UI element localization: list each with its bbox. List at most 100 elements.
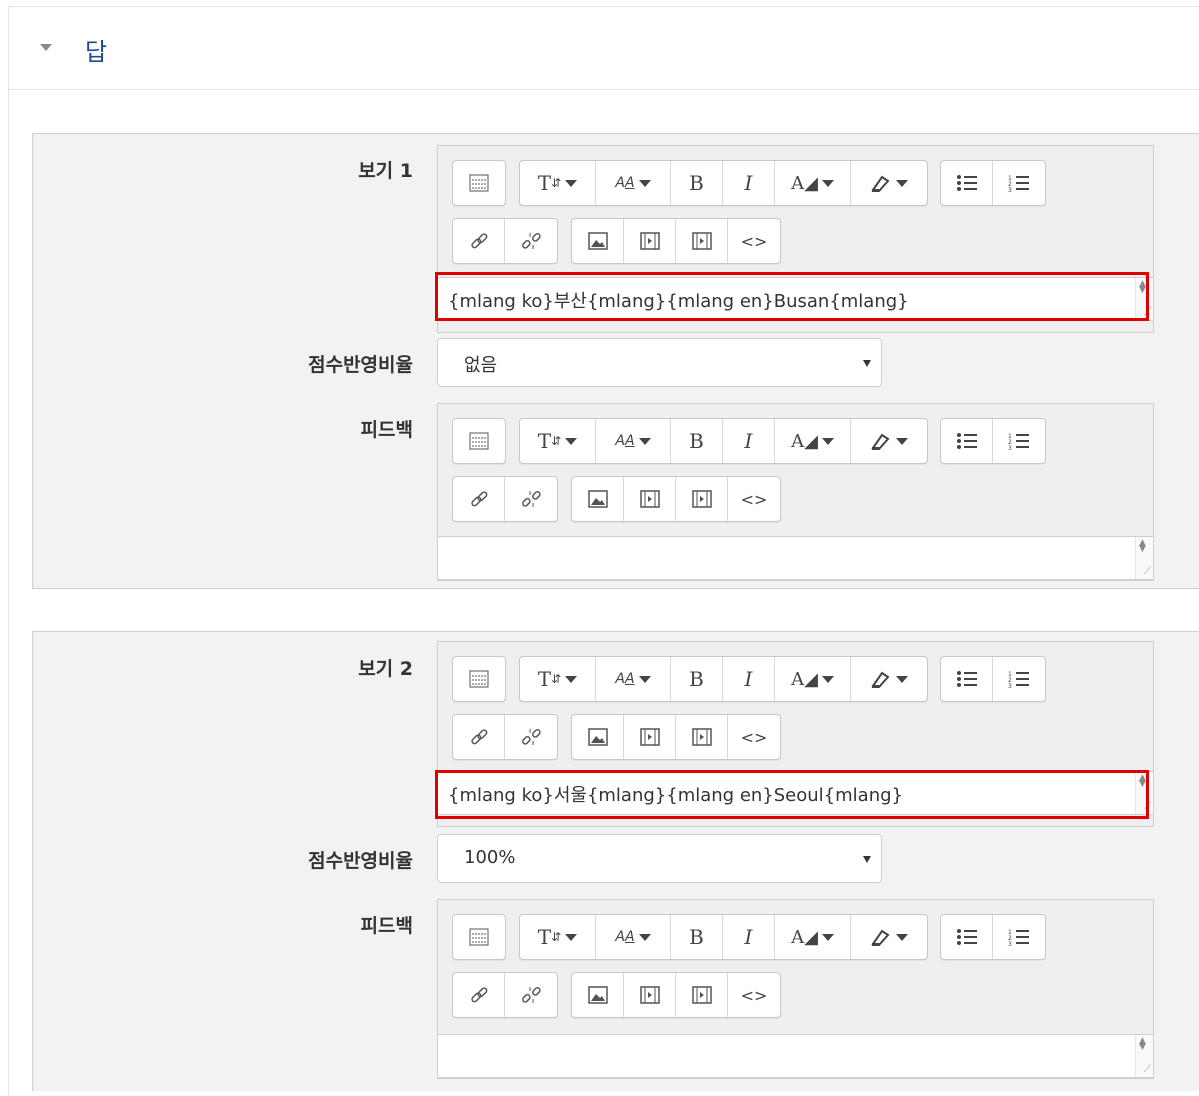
textarea-resize[interactable]: ▲ ▼ ⟋ xyxy=(1135,278,1153,320)
image-button[interactable] xyxy=(572,715,624,759)
textarea-resize[interactable]: ▲ ▼ ⟋ xyxy=(1135,772,1153,814)
toolbar-group: <> xyxy=(571,218,781,264)
image-icon xyxy=(587,232,608,250)
ordered-list-button[interactable]: 123 xyxy=(993,161,1045,205)
toolbar-group xyxy=(452,914,506,960)
html-button[interactable]: <> xyxy=(728,715,780,759)
recorder-button[interactable] xyxy=(676,715,728,759)
link-button[interactable] xyxy=(453,715,505,759)
unlink-button[interactable] xyxy=(505,219,557,263)
unlink-icon xyxy=(521,985,541,1005)
toolbar-toggle-icon xyxy=(469,432,489,450)
textarea-resize[interactable]: ▲ ▼ ⟋ xyxy=(1135,1035,1153,1077)
image-button[interactable] xyxy=(572,973,624,1017)
feedback-textarea[interactable]: ▲ ▼ ⟋ xyxy=(437,1034,1154,1078)
font-color-button[interactable]: A◢ xyxy=(775,161,851,205)
bold-button[interactable]: B xyxy=(671,657,723,701)
link-button[interactable] xyxy=(453,973,505,1017)
ordered-list-button[interactable]: 123 xyxy=(993,657,1045,701)
font-color-button[interactable]: A◢ xyxy=(775,915,851,959)
media-button[interactable] xyxy=(624,715,676,759)
toolbar-toggle-button[interactable] xyxy=(453,915,505,959)
recorder-button[interactable] xyxy=(676,219,728,263)
unordered-list-button[interactable] xyxy=(941,419,993,463)
answer-textarea[interactable]: {mlang ko}서울{mlang}{mlang en}Seoul{mlang… xyxy=(437,771,1154,815)
html-button[interactable]: <> xyxy=(728,973,780,1017)
background-color-icon xyxy=(870,431,892,451)
bold-button[interactable]: B xyxy=(671,915,723,959)
toolbar-toggle-icon xyxy=(469,670,489,688)
choice-fieldset-2: 보기 2 T ⇵ AA B I A◢ 123 <> {mlang ko}서울{m… xyxy=(32,631,1199,1091)
answer-textarea[interactable]: {mlang ko}부산{mlang}{mlang en}Busan{mlang… xyxy=(437,277,1154,321)
choice-fieldset-1: 보기 1 T ⇵ AA B I A◢ 123 <> {mlang ko}부산{m… xyxy=(32,133,1199,589)
paragraph-styles-button[interactable]: T ⇵ xyxy=(520,915,596,959)
image-button[interactable] xyxy=(572,219,624,263)
italic-button[interactable]: I xyxy=(723,419,775,463)
toolbar-toggle-button[interactable] xyxy=(453,657,505,701)
background-color-button[interactable] xyxy=(851,419,927,463)
toolbar-group xyxy=(452,418,506,464)
recorder-button[interactable] xyxy=(676,973,728,1017)
grade-value: 100% xyxy=(464,847,516,868)
toolbar-group xyxy=(452,714,558,760)
font-size-button[interactable]: AA xyxy=(596,161,671,205)
html-button[interactable]: <> xyxy=(728,219,780,263)
link-button[interactable] xyxy=(453,477,505,521)
unlink-button[interactable] xyxy=(505,477,557,521)
font-size-button[interactable]: AA xyxy=(596,419,671,463)
ordered-list-button[interactable]: 123 xyxy=(993,915,1045,959)
unlink-button[interactable] xyxy=(505,715,557,759)
toolbar-toggle-button[interactable] xyxy=(453,161,505,205)
svg-text:3: 3 xyxy=(1008,941,1012,946)
bold-icon: B xyxy=(689,429,704,453)
unordered-list-button[interactable] xyxy=(941,657,993,701)
answer-text: {mlang ko}서울{mlang}{mlang en}Seoul{mlang… xyxy=(448,785,903,806)
unordered-list-icon xyxy=(956,928,978,946)
ordered-list-icon: 123 xyxy=(1008,174,1030,192)
feedback-textarea[interactable]: ▲ ▼ ⟋ xyxy=(437,536,1154,580)
paragraph-styles-button[interactable]: T ⇵ xyxy=(520,161,596,205)
unordered-list-button[interactable] xyxy=(941,161,993,205)
italic-button[interactable]: I xyxy=(723,161,775,205)
background-color-button[interactable] xyxy=(851,161,927,205)
paragraph-styles-icon: T xyxy=(537,429,552,453)
font-size-button[interactable]: AA xyxy=(596,915,671,959)
bold-icon: B xyxy=(689,171,704,195)
textarea-resize[interactable]: ▲ ▼ ⟋ xyxy=(1135,537,1153,579)
ordered-list-icon: 123 xyxy=(1008,432,1030,450)
paragraph-styles-icon: T xyxy=(537,667,552,691)
font-color-button[interactable]: A◢ xyxy=(775,657,851,701)
recorder-button[interactable] xyxy=(676,477,728,521)
background-color-button[interactable] xyxy=(851,657,927,701)
answers-section-header[interactable]: 답 xyxy=(8,6,1199,90)
html-button[interactable]: <> xyxy=(728,477,780,521)
media-button[interactable] xyxy=(624,973,676,1017)
link-button[interactable] xyxy=(453,219,505,263)
media-button[interactable] xyxy=(624,219,676,263)
font-color-button[interactable]: A◢ xyxy=(775,419,851,463)
font-color-icon: A◢ xyxy=(791,926,818,948)
paragraph-styles-button[interactable]: T ⇵ xyxy=(520,657,596,701)
italic-button[interactable]: I xyxy=(723,657,775,701)
link-icon xyxy=(469,231,489,251)
background-color-button[interactable] xyxy=(851,915,927,959)
italic-button[interactable]: I xyxy=(723,915,775,959)
ordered-list-icon: 123 xyxy=(1008,928,1030,946)
toolbar-group: T ⇵ AA B I A◢ xyxy=(519,160,928,206)
grade-select[interactable]: 100% xyxy=(437,834,882,883)
paragraph-styles-button[interactable]: T ⇵ xyxy=(520,419,596,463)
media-button[interactable] xyxy=(624,477,676,521)
html-icon: <> xyxy=(740,231,768,251)
grade-select[interactable]: 없음 xyxy=(437,338,882,387)
ordered-list-button[interactable]: 123 xyxy=(993,419,1045,463)
unordered-list-button[interactable] xyxy=(941,915,993,959)
toolbar-toggle-button[interactable] xyxy=(453,419,505,463)
image-button[interactable] xyxy=(572,477,624,521)
bold-button[interactable]: B xyxy=(671,419,723,463)
collapse-caret-icon[interactable] xyxy=(40,44,52,51)
image-icon xyxy=(587,490,608,508)
bold-button[interactable]: B xyxy=(671,161,723,205)
unlink-button[interactable] xyxy=(505,973,557,1017)
toolbar-toggle-icon xyxy=(469,928,489,946)
font-size-button[interactable]: AA xyxy=(596,657,671,701)
